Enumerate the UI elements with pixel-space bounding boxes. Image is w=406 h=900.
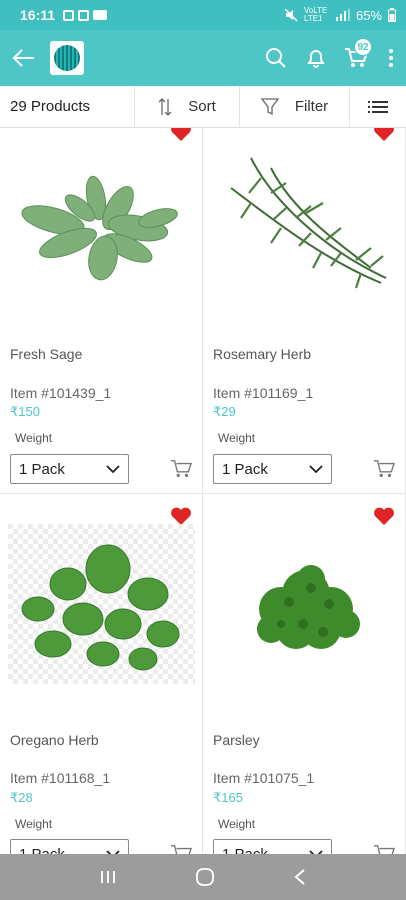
system-nav-bar bbox=[0, 854, 406, 900]
store-logo[interactable] bbox=[50, 41, 84, 75]
pack-select[interactable]: 1 Pack bbox=[213, 839, 332, 854]
recent-apps-button[interactable] bbox=[99, 869, 117, 885]
filter-toolbar: 29 Products Sort Filter bbox=[0, 85, 406, 128]
arrow-left-icon bbox=[12, 49, 34, 67]
product-price: ₹165 bbox=[213, 790, 243, 805]
sort-button[interactable]: Sort bbox=[134, 85, 239, 128]
product-count: 29 Products bbox=[10, 98, 91, 115]
notification-icon bbox=[63, 9, 75, 21]
list-view-button[interactable] bbox=[349, 85, 406, 128]
battery-percent: 65% bbox=[355, 7, 382, 23]
product-name[interactable]: Parsley bbox=[213, 732, 260, 748]
bell-icon bbox=[307, 50, 325, 68]
weight-label: Weight bbox=[15, 431, 53, 445]
heart-icon[interactable] bbox=[373, 128, 395, 142]
sort-icon bbox=[158, 97, 172, 116]
heart-icon[interactable] bbox=[170, 128, 192, 142]
overflow-menu-button[interactable] bbox=[376, 30, 406, 86]
product-item-number: Item #101439_1 bbox=[10, 385, 112, 401]
product-price: ₹150 bbox=[10, 404, 40, 419]
product-card[interactable]: Fresh Sage Item #101439_1 ₹150 Weight 1 … bbox=[0, 128, 203, 494]
pack-select-value: 1 Pack bbox=[19, 845, 65, 855]
product-item-number: Item #101168_1 bbox=[10, 770, 111, 786]
more-vertical-icon bbox=[389, 49, 393, 67]
logo-mark bbox=[54, 45, 80, 71]
battery-icon bbox=[388, 8, 396, 22]
filter-icon bbox=[260, 97, 279, 115]
status-time: 16:11 bbox=[20, 7, 56, 23]
pack-select[interactable]: 1 Pack bbox=[10, 839, 129, 854]
product-item-number: Item #101169_1 bbox=[213, 385, 314, 401]
pack-select-value: 1 Pack bbox=[222, 460, 268, 478]
product-image[interactable] bbox=[211, 524, 398, 684]
product-card[interactable]: Rosemary Herb Item #101169_1 ₹29 Weight … bbox=[203, 128, 406, 494]
product-name[interactable]: Rosemary Herb bbox=[213, 346, 311, 362]
filter-button[interactable]: Filter bbox=[239, 85, 349, 128]
chevron-down-icon bbox=[106, 465, 120, 473]
weight-label: Weight bbox=[218, 817, 256, 831]
add-to-cart-icon[interactable] bbox=[170, 843, 192, 854]
sort-label: Sort bbox=[188, 98, 216, 115]
product-item-number: Item #101075_1 bbox=[213, 770, 315, 786]
weight-label: Weight bbox=[15, 817, 53, 831]
product-image[interactable] bbox=[8, 148, 195, 308]
add-to-cart-icon[interactable] bbox=[170, 458, 192, 480]
cart-button[interactable]: 92 bbox=[336, 30, 376, 86]
search-button[interactable] bbox=[256, 30, 296, 86]
pack-select[interactable]: 1 Pack bbox=[10, 454, 129, 484]
add-to-cart-icon[interactable] bbox=[373, 843, 395, 854]
product-name[interactable]: Oregano Herb bbox=[10, 732, 99, 748]
product-image[interactable] bbox=[211, 148, 398, 308]
signal-icon bbox=[335, 9, 350, 21]
list-icon bbox=[368, 100, 388, 113]
add-to-cart-icon[interactable] bbox=[373, 458, 395, 480]
product-card[interactable]: Parsley Item #101075_1 ₹165 Weight 1 Pac… bbox=[203, 494, 406, 854]
product-name[interactable]: Fresh Sage bbox=[10, 346, 82, 362]
pack-select-value: 1 Pack bbox=[19, 460, 65, 478]
cart-badge: 92 bbox=[354, 38, 372, 56]
pack-select-value: 1 Pack bbox=[222, 845, 268, 855]
product-grid: Fresh Sage Item #101439_1 ₹150 Weight 1 … bbox=[0, 128, 406, 854]
chevron-down-icon bbox=[309, 465, 323, 473]
back-nav-button[interactable] bbox=[293, 868, 307, 886]
back-button[interactable] bbox=[0, 30, 48, 86]
heart-icon[interactable] bbox=[170, 506, 192, 526]
product-card[interactable]: Oregano Herb Item #101168_1 ₹28 Weight 1… bbox=[0, 494, 203, 854]
search-icon bbox=[266, 48, 286, 68]
network-label: VoLTE LTE1 bbox=[303, 6, 328, 23]
filter-label: Filter bbox=[294, 98, 329, 115]
video-icon bbox=[93, 10, 108, 20]
home-button[interactable] bbox=[195, 867, 215, 887]
gallery-icon bbox=[78, 9, 90, 21]
heart-icon[interactable] bbox=[373, 506, 395, 526]
mute-icon bbox=[284, 8, 298, 22]
product-image[interactable] bbox=[8, 524, 195, 684]
product-price: ₹29 bbox=[213, 404, 236, 419]
status-bar: 16:11 VoLTE LTE1 65% bbox=[0, 0, 406, 30]
notification-icons bbox=[63, 9, 108, 21]
pack-select[interactable]: 1 Pack bbox=[213, 454, 332, 484]
weight-label: Weight bbox=[218, 431, 256, 445]
product-price: ₹28 bbox=[10, 790, 33, 805]
app-bar: 92 bbox=[0, 30, 406, 86]
notifications-button[interactable] bbox=[296, 30, 336, 86]
